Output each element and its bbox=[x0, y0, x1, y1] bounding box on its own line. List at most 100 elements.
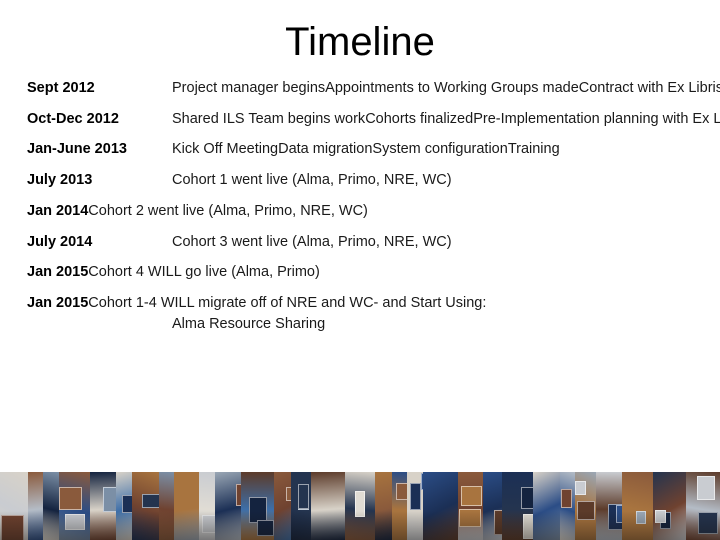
timeline-description-line: Shared ILS Team begins work bbox=[172, 110, 366, 127]
collage-photo-tile bbox=[345, 472, 375, 540]
collage-photo-overlay bbox=[202, 515, 215, 533]
timeline-row: Jan 2015Cohort 1-4 WILL migrate off of N… bbox=[27, 293, 693, 334]
collage-photo-tile bbox=[310, 472, 346, 540]
timeline-row-first-line: Sept 2012 Project manager beginsAppointme… bbox=[27, 78, 720, 99]
collage-photo-overlay bbox=[521, 487, 534, 509]
timeline-description-line: Data migration bbox=[278, 141, 373, 158]
page-title: Timeline bbox=[285, 20, 435, 64]
collage-photo-overlay bbox=[122, 495, 133, 513]
timeline-date-label: Jan-June 2013 bbox=[27, 141, 127, 158]
collage-photo-tile bbox=[423, 472, 458, 540]
collage-photo-overlay bbox=[103, 487, 117, 512]
slide-canvas: Timeline Sept 2012 Project manager begins… bbox=[0, 0, 720, 540]
collage-photo-overlay bbox=[298, 484, 310, 509]
collage-photo-overlay bbox=[355, 491, 366, 517]
timeline-description-line: Cohort 3 went live (Alma, Primo, NRE, WC… bbox=[172, 233, 452, 250]
collage-photo-overlay bbox=[493, 510, 503, 535]
collage-photo-tile bbox=[214, 472, 241, 540]
timeline-date-label: Jan 2014 bbox=[27, 202, 89, 219]
timeline-row: Jan 2014Cohort 2 went live (Alma, Primo,… bbox=[27, 201, 693, 222]
collage-photo-tile bbox=[406, 472, 424, 540]
timeline-description-line: Project manager begins bbox=[172, 80, 326, 96]
timeline-description-line: Cohort 1 went live (Alma, Primo, NRE, WC… bbox=[172, 172, 452, 189]
collage-photo-tile bbox=[622, 472, 654, 540]
timeline-description-block: Cohort 4 WILL go live (Alma, Primo) bbox=[88, 262, 320, 283]
collage-photo-overlay bbox=[697, 512, 718, 534]
collage-photo-overlay bbox=[660, 512, 672, 529]
collage-photo-tile bbox=[132, 472, 160, 540]
timeline-description-line: Contract with Ex Libris signed bbox=[578, 80, 720, 96]
collage-photo-tile bbox=[457, 472, 483, 540]
collage-photo-overlay bbox=[395, 483, 407, 500]
collage-photo-tile bbox=[685, 472, 720, 540]
timeline-row-first-line: July 2013 Cohort 1 went live (Alma, Primo… bbox=[27, 170, 693, 191]
timeline-row-first-line: July 2014 Cohort 3 went live (Alma, Primo… bbox=[27, 232, 693, 253]
timeline-row-first-line: Jan 2015Cohort 4 WILL go live (Alma, Pri… bbox=[27, 262, 693, 283]
footer-photo-collage bbox=[0, 472, 720, 540]
timeline-description-line: Training bbox=[507, 141, 560, 158]
collage-photo-tile bbox=[42, 472, 59, 540]
collage-photo-tile bbox=[199, 472, 215, 540]
collage-photo-tile bbox=[274, 472, 292, 540]
timeline-row-first-line: Jan 2014Cohort 2 went live (Alma, Primo,… bbox=[27, 201, 693, 222]
collage-photo-overlay bbox=[636, 511, 647, 524]
timeline-description-line: Cohorts finalized bbox=[365, 110, 474, 127]
timeline-continuation-line: Alma Resource Sharing bbox=[172, 315, 326, 332]
collage-photo-overlay bbox=[58, 487, 82, 510]
timeline-description-line: Cohort 1-4 WILL migrate off of NRE and W… bbox=[88, 294, 487, 311]
timeline-row: July 2013 Cohort 1 went live (Alma, Primo… bbox=[27, 170, 693, 191]
collage-photo-tile bbox=[173, 472, 200, 540]
collage-photo-tile bbox=[391, 472, 407, 540]
collage-photo-overlay bbox=[256, 520, 274, 536]
timeline-row: July 2014 Cohort 3 went live (Alma, Primo… bbox=[27, 232, 693, 253]
timeline-row-first-line: Jan 2015Cohort 1-4 WILL migrate off of N… bbox=[27, 293, 693, 314]
timeline-row-first-line: Jan-June 2013 Kick Off MeetingData migrat… bbox=[27, 139, 693, 160]
timeline-date-label: Oct-Dec 2012 bbox=[27, 110, 119, 127]
collage-photo-overlay bbox=[574, 481, 586, 495]
timeline-row: Sept 2012 Project manager beginsAppointme… bbox=[27, 78, 720, 99]
collage-photo-tile bbox=[596, 472, 623, 540]
collage-photo-tile bbox=[560, 472, 575, 540]
collage-photo-overlay bbox=[576, 501, 595, 520]
timeline-description-block: Kick Off MeetingData migrationSystem con… bbox=[172, 139, 560, 160]
collage-photo-overlay bbox=[696, 476, 715, 500]
timeline-list: Sept 2012 Project manager beginsAppointme… bbox=[27, 78, 720, 334]
collage-photo-tile bbox=[502, 472, 534, 540]
collage-photo-tile bbox=[58, 472, 91, 540]
collage-photo-overlay bbox=[142, 494, 160, 508]
timeline-description-block: Cohort 3 went live (Alma, Primo, NRE, WC… bbox=[172, 232, 452, 253]
collage-photo-tile bbox=[159, 472, 174, 540]
timeline-description-line: Cohort 2 went live (Alma, Primo, NRE, WC… bbox=[88, 202, 368, 219]
collage-photo-tile bbox=[116, 472, 133, 540]
timeline-date-label: Jan 2015 bbox=[27, 294, 89, 311]
timeline-description-line: Kick Off Meeting bbox=[172, 141, 279, 158]
collage-photo-tile bbox=[482, 472, 503, 540]
timeline-row: Oct-Dec 2012 Shared ILS Team begins workC… bbox=[27, 109, 720, 130]
timeline-description-line: Appointments to Working Groups made bbox=[325, 80, 579, 96]
timeline-date-label: Sept 2012 bbox=[27, 80, 95, 96]
collage-photo-overlay bbox=[523, 514, 534, 539]
collage-photo-overlay bbox=[460, 486, 482, 506]
collage-photo-tile bbox=[574, 472, 597, 540]
collage-photo-overlay bbox=[64, 514, 85, 530]
collage-photo-tile bbox=[291, 472, 311, 540]
timeline-row: Jan 2015Cohort 4 WILL go live (Alma, Pri… bbox=[27, 262, 693, 283]
timeline-description-line: Pre-Implementation planning with Ex Libr… bbox=[473, 110, 720, 127]
timeline-description-line: System configuration bbox=[372, 141, 508, 158]
timeline-date-label: Jan 2015 bbox=[27, 264, 89, 281]
collage-photo-tile bbox=[240, 472, 275, 540]
collage-photo-overlay bbox=[655, 510, 667, 523]
collage-photo-overlay bbox=[248, 497, 267, 523]
timeline-description-block: Shared ILS Team begins workCohorts final… bbox=[172, 109, 720, 130]
timeline-row: Jan-June 2013 Kick Off MeetingData migrat… bbox=[27, 139, 693, 160]
collage-photo-overlay bbox=[409, 483, 421, 510]
timeline-description-block: Project manager beginsAppointments to Wo… bbox=[172, 78, 720, 99]
collage-photo-tile bbox=[90, 472, 117, 540]
collage-photo-tile bbox=[533, 472, 561, 540]
collage-photo-overlay bbox=[458, 509, 481, 527]
collage-tile-row bbox=[0, 472, 720, 540]
timeline-row-first-line: Oct-Dec 2012 Shared ILS Team begins workC… bbox=[27, 109, 720, 130]
collage-photo-overlay bbox=[561, 489, 573, 508]
timeline-description-block: Cohort 1-4 WILL migrate off of NRE and W… bbox=[88, 293, 486, 314]
collage-photo-tile bbox=[653, 472, 686, 540]
